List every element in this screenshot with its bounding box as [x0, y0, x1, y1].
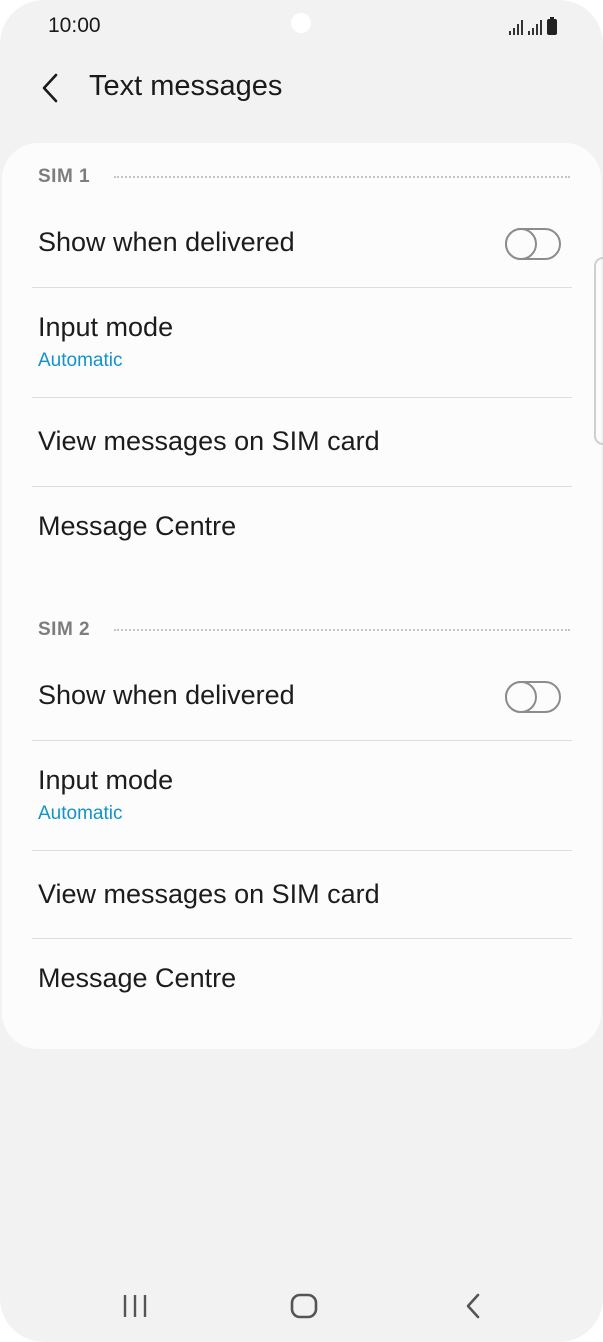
view-messages-on-sim-row-sim1[interactable]: View messages on SIM card [2, 398, 601, 486]
toggle-knob [505, 681, 537, 713]
row-title: Show when delivered [38, 227, 295, 257]
message-centre-row-sim2[interactable]: Message Centre [2, 939, 601, 1021]
section-divider [114, 176, 570, 178]
system-back-button[interactable] [443, 1288, 503, 1324]
navigation-bar [0, 1270, 603, 1342]
row-title: Message Centre [38, 511, 237, 541]
view-messages-on-sim-row-sim2[interactable]: View messages on SIM card [2, 851, 601, 939]
show-when-delivered-toggle-sim2[interactable] [505, 681, 561, 713]
row-subtitle: Automatic [38, 350, 123, 371]
status-time: 10:00 [48, 14, 101, 37]
row-title: Input mode [38, 312, 174, 342]
signal-sim1-icon [509, 19, 523, 35]
show-when-delivered-row-sim1[interactable]: Show when delivered [2, 201, 601, 287]
row-title: Show when delivered [38, 680, 295, 710]
app-bar: Text messages [0, 58, 603, 118]
input-mode-row-sim2[interactable]: Input mode Automatic [2, 741, 601, 850]
home-icon [290, 1293, 318, 1319]
row-title: View messages on SIM card [38, 879, 380, 909]
row-subtitle: Automatic [38, 803, 123, 824]
status-bar: 10:00 [0, 0, 603, 52]
section-label: SIM 2 [38, 619, 91, 640]
signal-sim2-icon [528, 19, 542, 35]
section-header-sim2: SIM 2 [38, 618, 570, 642]
input-mode-row-sim1[interactable]: Input mode Automatic [2, 288, 601, 397]
battery-icon [547, 17, 557, 35]
back-icon [466, 1293, 480, 1319]
status-icons [509, 15, 557, 35]
message-centre-row-sim1[interactable]: Message Centre [2, 487, 601, 569]
scrollbar[interactable] [594, 257, 603, 445]
row-title: Message Centre [38, 963, 237, 993]
chevron-left-icon [42, 73, 58, 103]
page-title: Text messages [89, 70, 283, 102]
section-divider [114, 629, 570, 631]
back-button[interactable] [30, 66, 70, 110]
recents-button[interactable] [105, 1288, 165, 1324]
row-title: View messages on SIM card [38, 426, 380, 456]
toggle-knob [505, 228, 537, 260]
front-camera [291, 13, 311, 33]
recents-icon [123, 1295, 147, 1317]
phone-screen: 10:00 Text messages SIM 1 Show when deli… [0, 0, 603, 1342]
settings-card: SIM 1 Show when delivered Input mode Aut… [2, 143, 601, 1049]
home-button[interactable] [274, 1288, 334, 1324]
section-header-sim1: SIM 1 [38, 165, 570, 189]
row-title: Input mode [38, 765, 174, 795]
show-when-delivered-toggle-sim1[interactable] [505, 228, 561, 260]
show-when-delivered-row-sim2[interactable]: Show when delivered [2, 654, 601, 740]
section-label: SIM 1 [38, 166, 91, 187]
